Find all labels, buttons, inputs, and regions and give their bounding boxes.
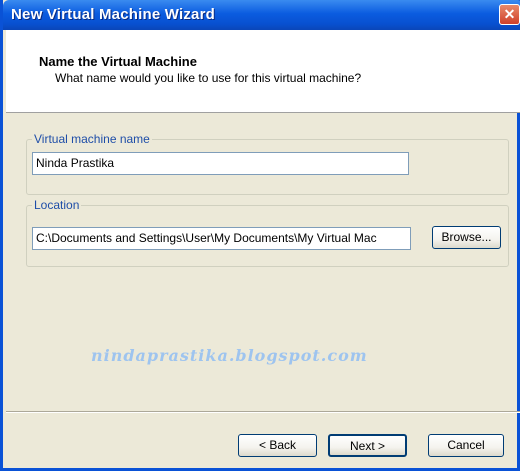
page-subtitle: What name would you like to use for this… bbox=[55, 71, 362, 85]
location-group-label: Location bbox=[32, 198, 82, 212]
window-title: New Virtual Machine Wizard bbox=[11, 6, 216, 23]
close-button[interactable]: ✕ bbox=[499, 4, 520, 25]
next-button[interactable]: Next > bbox=[328, 434, 407, 457]
wizard-header: Name the Virtual Machine What name would… bbox=[6, 30, 520, 113]
footer-divider bbox=[6, 411, 520, 413]
back-button[interactable]: < Back bbox=[238, 434, 317, 457]
cancel-button[interactable]: Cancel bbox=[428, 434, 504, 457]
name-group-label: Virtual machine name bbox=[32, 132, 152, 146]
browse-button[interactable]: Browse... bbox=[432, 226, 501, 249]
watermark-text: nindaprastika.blogspot.com bbox=[91, 346, 368, 365]
page-title: Name the Virtual Machine bbox=[39, 54, 197, 69]
wizard-window: New Virtual Machine Wizard ✕ Name the Vi… bbox=[0, 0, 520, 471]
vm-name-input[interactable]: Ninda Prastika bbox=[32, 152, 409, 175]
location-input[interactable]: C:\Documents and Settings\User\My Docume… bbox=[32, 227, 411, 250]
location-group: Location C:\Documents and Settings\User\… bbox=[26, 198, 509, 267]
title-bar[interactable]: New Virtual Machine Wizard ✕ bbox=[3, 0, 520, 30]
name-group: Virtual machine name Ninda Prastika bbox=[26, 132, 509, 195]
close-icon: ✕ bbox=[503, 6, 516, 22]
